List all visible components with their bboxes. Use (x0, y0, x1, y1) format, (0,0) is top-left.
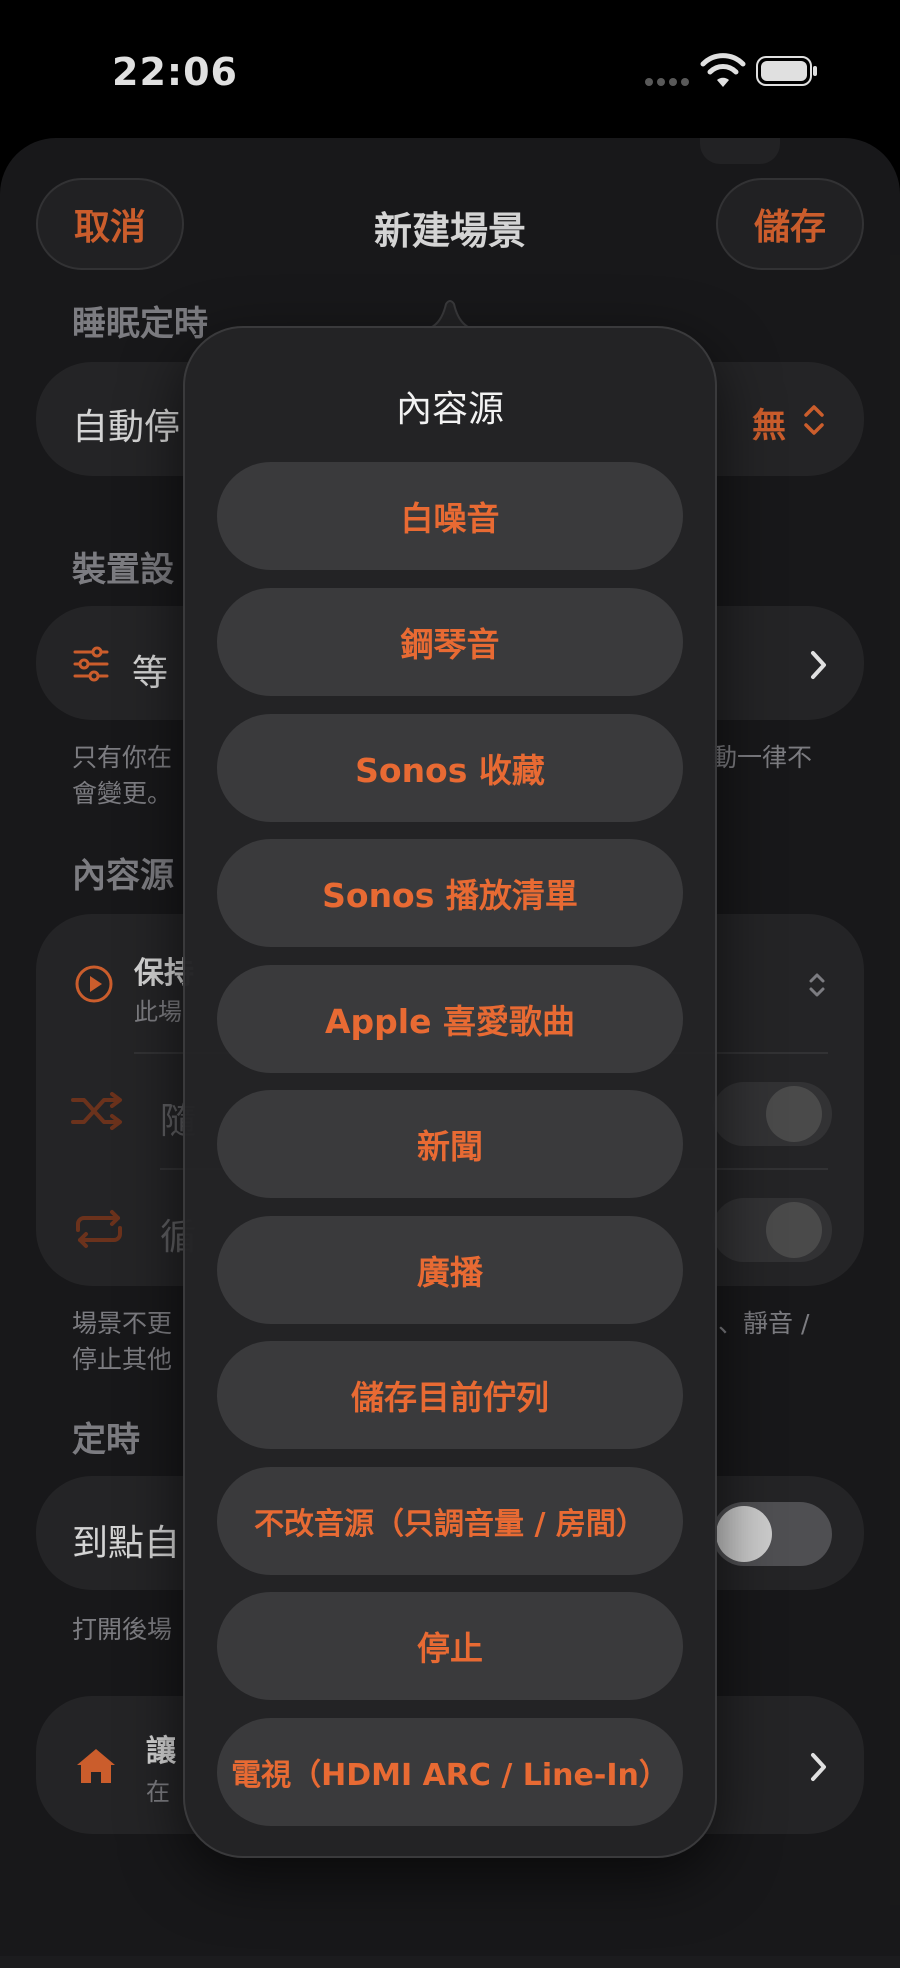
option-white-noise[interactable]: 白噪音 (217, 462, 683, 570)
popover-title: 內容源 (395, 389, 504, 430)
option-stop[interactable]: 停止 (217, 1592, 683, 1700)
option-radio[interactable]: 廣播 (217, 1216, 683, 1324)
option-apple-favorite-songs[interactable]: Apple 喜愛歌曲 (217, 965, 683, 1073)
option-tv-input[interactable]: 電視（HDMI ARC / Line-In） (217, 1718, 683, 1826)
option-sonos-playlists[interactable]: Sonos 播放清單 (217, 839, 683, 947)
option-keep-source[interactable]: 不改音源（只調音量 / 房間） (217, 1467, 683, 1575)
option-piano[interactable]: 鋼琴音 (217, 588, 683, 696)
option-news[interactable]: 新聞 (217, 1090, 683, 1198)
option-sonos-favorites[interactable]: Sonos 收藏 (217, 714, 683, 822)
option-save-current-queue[interactable]: 儲存目前佇列 (217, 1341, 683, 1449)
